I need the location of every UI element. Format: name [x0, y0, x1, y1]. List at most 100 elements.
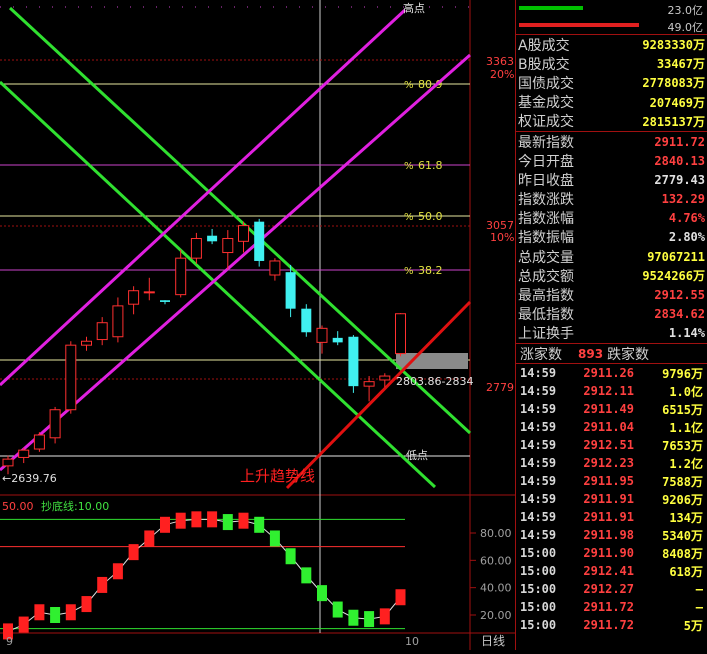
stat-row: 指数振幅 2.80%: [516, 228, 707, 247]
tick-row: 15:00 2911.72 —: [516, 598, 707, 616]
candle-body-up: [395, 313, 406, 355]
candle-body-down: [160, 300, 170, 302]
tick-volume: 5万: [683, 618, 703, 633]
tick-price: 2911.26: [583, 366, 634, 380]
indicator-scale-label: 40.00: [480, 582, 512, 595]
indicator-bar-down: [285, 548, 296, 565]
up-channel-line-lower: [0, 8, 407, 387]
tick-row: 14:59 2912.11 1.0亿: [516, 382, 707, 400]
tick-time: 14:59: [520, 420, 557, 434]
stat-label: 总成交量: [518, 249, 574, 266]
volume-value: 49.0亿: [667, 21, 704, 34]
candle-body-up: [18, 449, 30, 458]
tick-price: 2912.51: [583, 438, 634, 452]
tick-row: 14:59 2911.26 9796万: [516, 364, 707, 382]
indicator-bar-up: [34, 604, 45, 621]
indicator-scale-label: 60.00: [480, 554, 512, 567]
indicator-bar-down: [364, 611, 375, 628]
tick-row: 14:59 2911.91 134万: [516, 508, 707, 526]
stat-label: 指数涨跌: [518, 192, 574, 209]
tick-price: 2911.90: [583, 546, 634, 560]
indicator-bar-up: [379, 608, 390, 625]
stat-value: 2.80%: [668, 230, 705, 245]
stat-row: 最低指数 2834.62: [516, 305, 707, 324]
stat-label: 上证换手: [518, 326, 574, 343]
stat-label: 指数振幅: [518, 230, 574, 247]
candle-body-up: [96, 322, 108, 341]
stat-row: 基金成交 207469万: [516, 93, 707, 112]
advance-decline-row: 涨家数 893 跌家数: [516, 344, 707, 363]
stat-label: B股成交: [518, 56, 570, 73]
tick-time: 15:00: [520, 546, 557, 560]
stat-label: 昨日收盘: [518, 172, 574, 189]
fib-label-prefix: %: [404, 212, 414, 223]
stat-row: 上证换手 1.14%: [516, 324, 707, 343]
high-point-label: 高点: [403, 1, 425, 15]
rising-trend-line: [285, 300, 472, 490]
stat-label: 权证成交: [518, 114, 574, 131]
stat-value: 2779.43: [654, 172, 705, 187]
candle-body-down: [254, 221, 265, 261]
candle-body-down: [207, 235, 218, 242]
stat-value: 97067211: [647, 249, 705, 264]
indicator-bar-down: [332, 601, 343, 618]
tick-volume: 8408万: [662, 546, 703, 561]
x-axis-label: 10: [405, 635, 419, 648]
candle-body-up: [238, 225, 249, 242]
indicator-bar-down: [254, 516, 265, 533]
tick-volume: 134万: [669, 510, 703, 525]
candle-body-down: [348, 336, 359, 387]
candle-body-up: [175, 257, 187, 296]
kline-chart[interactable]: %80.9%61.8%50.0%38.2%19.1 高点低点←2639.7628…: [0, 0, 515, 650]
tick-time: 15:00: [520, 564, 557, 578]
tick-time: 14:59: [520, 366, 557, 380]
volume-value: 23.0亿: [667, 4, 704, 17]
tick-time: 14:59: [520, 510, 557, 524]
tick-row: 14:59 2911.49 6515万: [516, 400, 707, 418]
tick-time: 14:59: [520, 492, 557, 506]
tick-row: 15:00 2911.90 8408万: [516, 544, 707, 562]
tick-price: 2911.72: [583, 618, 634, 632]
stat-label: 指数涨幅: [518, 211, 574, 228]
volume-summary-row: 49.0亿: [516, 17, 707, 34]
candle-body-up: [269, 260, 281, 276]
tick-time: 14:59: [520, 402, 557, 416]
axis-tick-pct: 10%: [490, 231, 514, 244]
period-label: 日线: [481, 634, 505, 648]
tick-volume: 7653万: [662, 438, 703, 453]
candle-body-up: [128, 290, 140, 305]
stat-row: B股成交 33467万: [516, 54, 707, 73]
stat-value: 1.14%: [668, 326, 705, 341]
volume-bar: [519, 6, 583, 10]
volume-summary-row: 23.0亿: [516, 0, 707, 17]
stat-label: A股成交: [518, 37, 570, 54]
candle-body-down: [285, 272, 296, 309]
tick-volume: 5340万: [662, 528, 703, 543]
fib-label: 61.8: [418, 159, 443, 172]
tick-row: 15:00 2912.27 —: [516, 580, 707, 598]
tick-price: 2911.95: [583, 474, 634, 488]
fib-label: 50.0: [418, 210, 443, 223]
stat-value: 4.76%: [668, 211, 705, 226]
fib-label-prefix: %: [404, 266, 414, 277]
stat-row: 指数涨跌 132.29: [516, 190, 707, 209]
up-count-value: 893: [578, 346, 604, 361]
indicator-bar-up: [18, 616, 29, 633]
fib-label-prefix: %: [404, 80, 414, 91]
stat-value: 132.29: [661, 192, 705, 207]
up-count-label: 涨家数: [520, 346, 562, 363]
indicator-bar-up: [128, 544, 139, 561]
candle-body-up: [190, 238, 202, 259]
candle-body-up: [81, 340, 92, 346]
axis-tick-pct: 20%: [490, 68, 514, 81]
stat-value: 2815137万: [642, 114, 705, 129]
indicator-bar-up: [160, 516, 170, 533]
tick-price: 2911.91: [583, 492, 634, 506]
tick-time: 14:59: [520, 456, 557, 470]
candle-body-up: [143, 291, 155, 294]
tick-volume: 1.2亿: [669, 456, 703, 471]
kline-chart-panel[interactable]: %80.9%61.8%50.0%38.2%19.1 高点低点←2639.7628…: [0, 0, 515, 650]
candle-body-up: [222, 238, 234, 254]
tick-row: 14:59 2911.91 9206万: [516, 490, 707, 508]
trend-line-label: 上升趋势线: [240, 467, 315, 485]
